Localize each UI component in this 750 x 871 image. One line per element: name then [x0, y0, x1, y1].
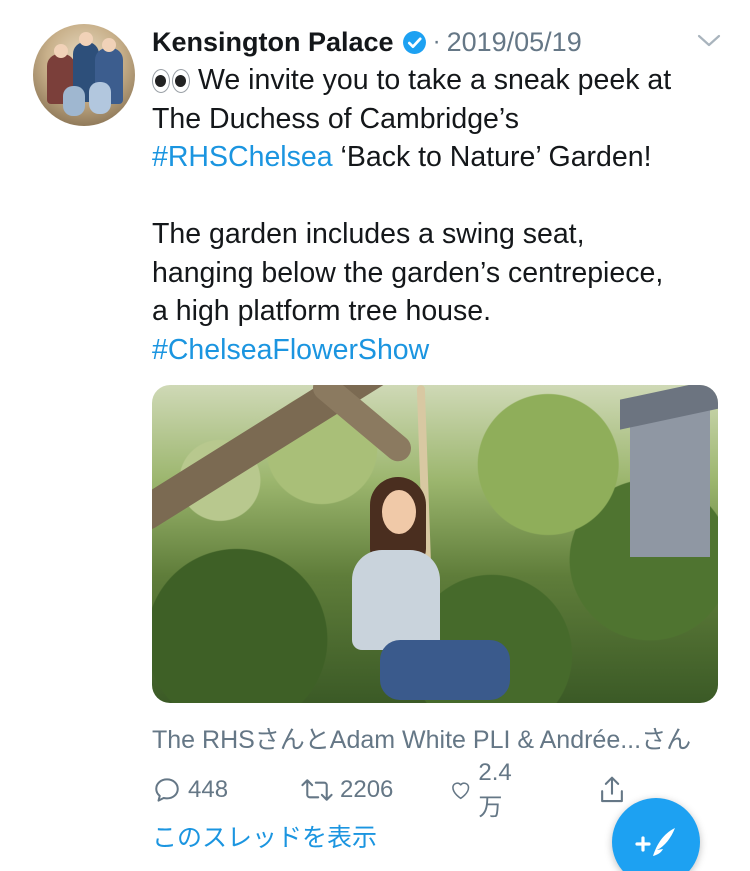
show-thread-link[interactable]: このスレッドを表示: [152, 818, 377, 854]
tweet-text-segment: ‘Back to Nature’ Garden!: [332, 141, 652, 173]
tweet-text-segment: The garden includes a swing seat,: [152, 218, 585, 250]
tweet-text-segment: hanging below the garden’s centrepiece,: [152, 256, 664, 289]
tweet-text-segment: a high platform tree house.: [152, 295, 492, 327]
tweet-text-segment: We invite you to take a sneak peek at: [198, 64, 672, 96]
tweet-text-segment: The Duchess of Cambridge’s: [152, 102, 519, 135]
tweet-text-line: hanging below the garden’s centrepiece,: [152, 254, 732, 293]
photo-person-shirt: [352, 550, 440, 650]
chevron-down-icon[interactable]: [697, 30, 721, 50]
tagged-users[interactable]: The RHSさんとAdam White PLI & Andrée...さん: [152, 720, 691, 756]
compose-tweet-icon: [635, 828, 675, 856]
tweet-text-line: The garden includes a swing seat,: [152, 215, 732, 254]
separator: ·: [432, 28, 441, 55]
share-icon: [601, 776, 623, 803]
reply-button[interactable]: 448: [152, 770, 228, 810]
avatar[interactable]: [33, 24, 135, 126]
heart-icon: [452, 782, 470, 800]
tweet-text-line: #RHSChelsea ‘Back to Nature’ Garden!: [152, 138, 732, 177]
avatar-figure: [89, 82, 111, 114]
tweet-photo[interactable]: [152, 385, 718, 703]
photo-house: [630, 407, 710, 557]
eyes-emoji-icon: [152, 69, 190, 93]
author-name[interactable]: Kensington Palace: [152, 27, 394, 58]
tweet-text-line: We invite you to take a sneak peek at: [152, 61, 732, 100]
retweet-button[interactable]: 2206: [300, 770, 393, 810]
verified-badge-icon: [402, 30, 426, 54]
avatar-face: [102, 38, 116, 52]
tweet-text-line: The Duchess of Cambridge’s: [152, 100, 732, 139]
avatar-face: [54, 44, 68, 58]
share-button[interactable]: [597, 770, 627, 810]
avatar-face: [79, 32, 93, 46]
retweet-icon: [301, 779, 333, 801]
tweet[interactable]: Kensington Palace · 2019/05/19 We invite…: [0, 0, 750, 871]
tweet-text-line: #ChelseaFlowerShow: [152, 331, 732, 370]
photo-person-jeans: [380, 640, 510, 700]
tweet-text: We invite you to take a sneak peek at Th…: [152, 61, 732, 369]
like-button[interactable]: 2.4万: [449, 759, 520, 821]
reply-count: 448: [188, 776, 229, 803]
retweet-count: 2206: [340, 776, 394, 803]
tweet-date[interactable]: 2019/05/19: [447, 27, 582, 58]
reply-icon: [155, 778, 179, 802]
tweet-text-line: a high platform tree house.: [152, 292, 732, 331]
hashtag-link[interactable]: #ChelseaFlowerShow: [152, 334, 429, 366]
like-count: 2.4万: [478, 758, 512, 821]
hashtag-link[interactable]: #RHSChelsea: [152, 141, 333, 173]
photo-person-face: [382, 490, 416, 534]
tweet-header: Kensington Palace · 2019/05/19: [152, 24, 582, 60]
compose-tweet-button[interactable]: [612, 798, 700, 871]
avatar-figure: [63, 86, 85, 116]
